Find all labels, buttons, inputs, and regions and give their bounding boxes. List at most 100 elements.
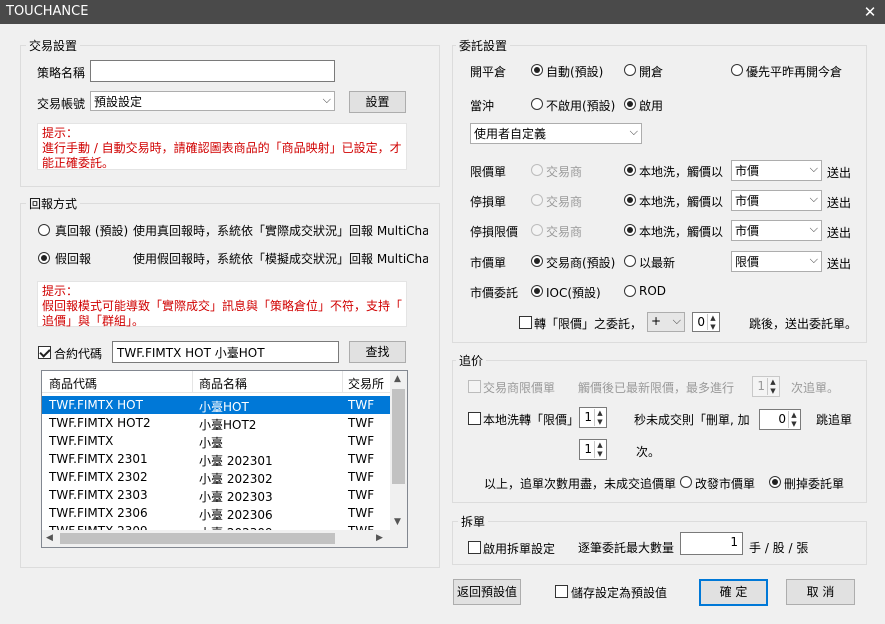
market-send-label: 送出 xyxy=(827,257,852,271)
cancel-button[interactable]: 取 消 xyxy=(786,579,855,605)
report-legend: 回報方式 xyxy=(26,195,81,212)
account-select[interactable]: 預設設定 ⌵ xyxy=(90,91,335,111)
close-icon[interactable]: ✕ xyxy=(858,1,882,23)
real-report-radio[interactable] xyxy=(38,224,50,236)
stoplimit-broker-radio[interactable] xyxy=(531,224,543,236)
rod-label: ROD xyxy=(639,284,667,298)
stop-local-radio[interactable] xyxy=(624,194,636,206)
market-latest-radio[interactable] xyxy=(624,255,636,267)
open-close-label: 開平倉 xyxy=(470,65,507,79)
search-button[interactable]: 查找 xyxy=(349,341,406,363)
table-row[interactable]: TWF.FIMTX 2301 小臺 202301 TWF xyxy=(42,450,391,468)
market-broker-label: 交易商(預設) xyxy=(546,256,616,270)
convert-ticks-stepper[interactable]: 0 ▲ ▼ xyxy=(692,312,720,332)
stepper-arrows-icon[interactable]: ▲ ▼ xyxy=(594,409,605,426)
convert-sign-value: + xyxy=(651,314,662,328)
contract-checkbox[interactable] xyxy=(38,346,51,359)
ioc-label: IOC(預設) xyxy=(546,286,601,300)
scroll-right-icon[interactable]: ▶ xyxy=(376,533,383,543)
limit-local-radio[interactable] xyxy=(624,164,636,176)
stoplimit-price-select[interactable]: 市價 ⌵ xyxy=(731,220,822,241)
table-header: 商品代碼 商品名稱 交易所 xyxy=(42,371,391,393)
table-row[interactable]: TWF.FIMTX HOT2 小臺HOT2 TWF xyxy=(42,414,391,432)
stop-broker-radio[interactable] xyxy=(531,194,543,206)
trade-warning-title: 提示： xyxy=(42,126,79,140)
trade-settings-legend: 交易設置 xyxy=(26,37,81,54)
scroll-left-icon[interactable]: ◀ xyxy=(46,533,53,543)
trade-warning: 提示： 進行手動 / 自動交易時，請確認圖表商品的「商品映射」已設定，才 能正確… xyxy=(37,123,407,170)
chevron-down-icon: ⌵ xyxy=(629,125,638,138)
stepper-arrows-icon[interactable]: ▲ ▼ xyxy=(707,314,718,331)
cell-name: 小臺 202306 xyxy=(199,508,273,522)
limit-broker-radio[interactable] xyxy=(531,164,543,176)
scroll-up-icon[interactable]: ▲ xyxy=(394,374,401,384)
vertical-scroll-thumb[interactable] xyxy=(392,389,405,484)
report-warning: 提示： 假回報模式可能導致「實際成交」訊息與「策略倉位」不符，支持「 追價」與「… xyxy=(37,281,407,328)
local-limit-checkbox[interactable] xyxy=(468,412,481,425)
rod-radio[interactable] xyxy=(624,285,636,297)
custom-select[interactable]: 使用者自定義 ⌵ xyxy=(470,123,642,144)
local-times-stepper[interactable]: 1 ▲ ▼ xyxy=(579,439,607,460)
daytrade-off-radio[interactable] xyxy=(531,98,543,110)
local-times-value: 1 xyxy=(584,442,592,456)
col-exchange-header[interactable]: 交易所 xyxy=(348,375,384,392)
convert-ticks-value: 0 xyxy=(697,315,705,329)
split-max-input[interactable]: 1 xyxy=(680,532,743,555)
convert-limit-checkbox[interactable] xyxy=(519,316,532,329)
limit-price-value: 市價 xyxy=(735,164,760,178)
limit-broker-label: 交易商 xyxy=(546,165,583,179)
priority-radio[interactable] xyxy=(731,64,743,76)
stop-price-select[interactable]: 市價 ⌵ xyxy=(731,190,822,211)
local-seconds-stepper[interactable]: 1 ▲ ▼ xyxy=(579,407,607,428)
limit-order-label: 限價單 xyxy=(470,165,507,179)
broker-limit-suffix: 次追單。 xyxy=(791,381,840,395)
broker-limit-checkbox[interactable] xyxy=(468,380,481,393)
col-code-header[interactable]: 商品代碼 xyxy=(49,375,97,392)
split-enable-checkbox[interactable] xyxy=(468,541,481,554)
table-row[interactable]: TWF.FIMTX 2306 小臺 202306 TWF xyxy=(42,504,391,522)
fake-report-radio[interactable] xyxy=(38,252,50,264)
stepper-arrows-icon[interactable]: ▲ ▼ xyxy=(788,411,799,428)
restore-default-button[interactable]: 返回預設值 xyxy=(453,579,521,605)
account-select-value: 預設設定 xyxy=(94,95,143,109)
vertical-scrollbar[interactable]: ▲ ▼ xyxy=(390,371,407,531)
market-price-select[interactable]: 限價 ⌵ xyxy=(731,251,822,272)
broker-limit-count-stepper[interactable]: 1 ▲ ▼ xyxy=(752,376,780,397)
table-row[interactable]: TWF.FIMTX 2302 小臺 202302 TWF xyxy=(42,468,391,486)
horizontal-scrollbar[interactable]: ◀ ▶ xyxy=(42,530,391,547)
daytrade-on-radio[interactable] xyxy=(624,98,636,110)
ioc-radio[interactable] xyxy=(531,285,543,297)
open-radio[interactable] xyxy=(624,64,636,76)
scroll-down-icon[interactable]: ▼ xyxy=(394,517,401,527)
stoplimit-local-radio[interactable] xyxy=(624,224,636,236)
broker-limit-label: 交易商限價單 xyxy=(483,381,556,395)
priority-label: 優先平昨再開今倉 xyxy=(746,65,843,79)
broker-limit-desc: 觸價後已最新限價，最多進行 xyxy=(578,381,735,395)
contract-table: 商品代碼 商品名稱 交易所 TWF.FIMTX HOT 小臺HOT TWF TW… xyxy=(41,370,408,548)
limit-price-select[interactable]: 市價 ⌵ xyxy=(731,160,822,181)
convert-sign-select[interactable]: + ⌵ xyxy=(647,312,685,332)
stoplimit-price-value: 市價 xyxy=(735,224,760,238)
settings-button[interactable]: 設置 xyxy=(349,91,406,113)
horizontal-scroll-thumb[interactable] xyxy=(60,533,335,544)
save-default-checkbox[interactable] xyxy=(555,585,568,598)
table-row[interactable]: TWF.FIMTX 2303 小臺 202303 TWF xyxy=(42,486,391,504)
stoplimit-broker-label: 交易商 xyxy=(546,225,583,239)
table-row[interactable]: TWF.FIMTX 小臺 TWF xyxy=(42,432,391,450)
contract-input[interactable]: TWF.FIMTX HOT 小臺HOT xyxy=(112,341,339,363)
market-broker-radio[interactable] xyxy=(531,255,543,267)
local-ticks-stepper[interactable]: 0 ▲ ▼ xyxy=(759,409,801,430)
split-max-label: 逐筆委託最大數量 xyxy=(578,541,675,555)
change-market-radio[interactable] xyxy=(680,476,692,488)
table-row[interactable]: TWF.FIMTX HOT 小臺HOT TWF xyxy=(42,396,391,414)
strategy-name-input[interactable] xyxy=(90,60,335,82)
trade-warning-line2: 能正確委託。 xyxy=(42,156,115,170)
col-name-header[interactable]: 商品名稱 xyxy=(199,375,247,392)
custom-select-value: 使用者自定義 xyxy=(474,127,547,141)
ok-button[interactable]: 確 定 xyxy=(699,579,768,606)
auto-radio[interactable] xyxy=(531,64,543,76)
stepper-arrows-icon[interactable]: ▲ ▼ xyxy=(594,441,605,458)
stepper-arrows-icon[interactable]: ▲ ▼ xyxy=(767,378,778,395)
delete-order-radio[interactable] xyxy=(769,476,781,488)
limit-local-label: 本地洗，觸價以 xyxy=(639,165,724,179)
